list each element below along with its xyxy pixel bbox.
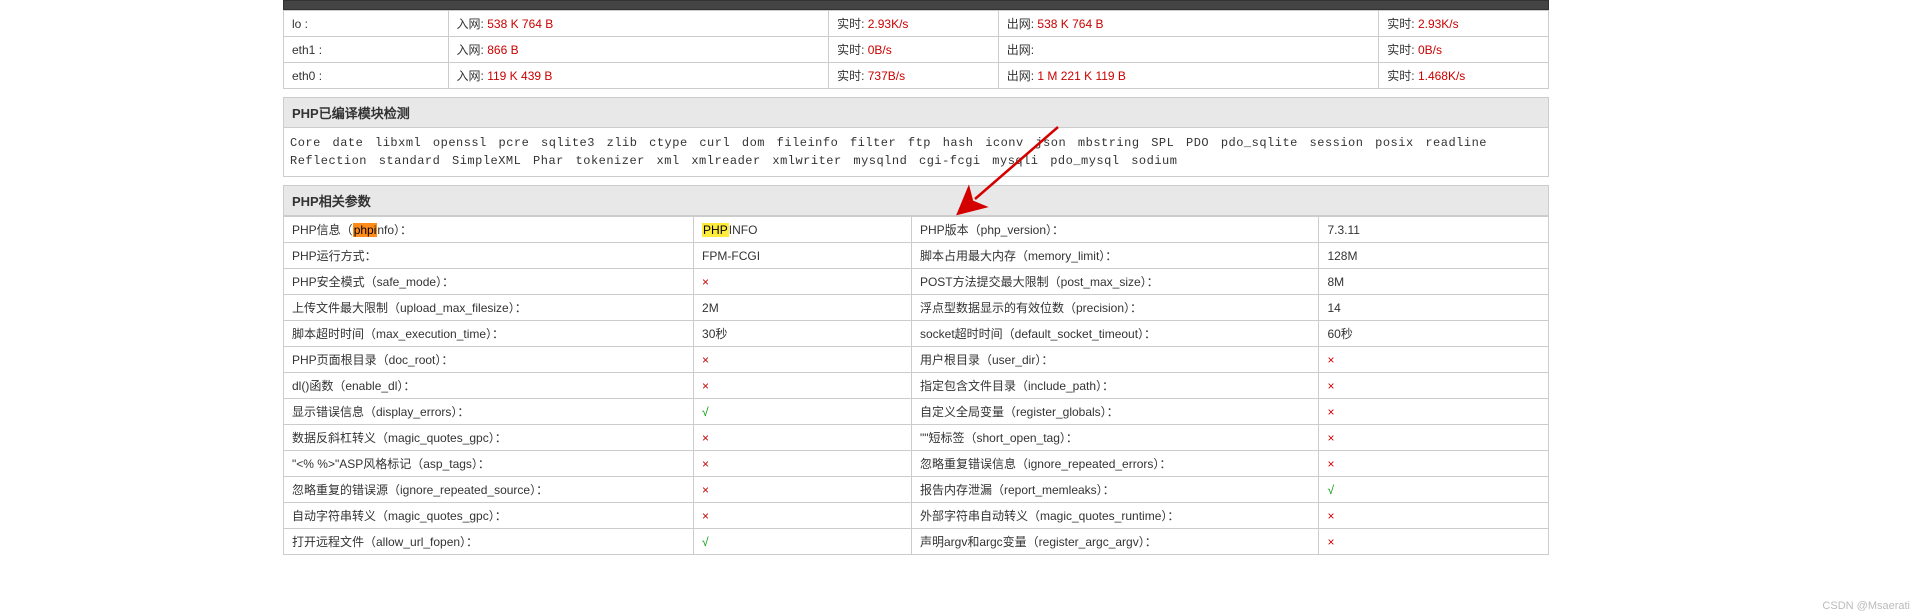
modules-section-header: PHP已编译模块检测: [283, 97, 1549, 128]
network-in: 入网: 538 K 764 B: [448, 11, 829, 37]
network-iface: lo :: [284, 11, 449, 37]
network-in: 入网: 866 B: [448, 37, 829, 63]
php-value: ×: [694, 347, 912, 373]
php-label: 忽略重复的错误源（ignore_repeated_source）：: [284, 477, 694, 503]
php-label: 外部字符串自动转义（magic_quotes_runtime）：: [911, 503, 1318, 529]
php-modules-list: Core date libxml openssl pcre sqlite3 zl…: [283, 128, 1549, 177]
table-row: eth0 :入网: 119 K 439 B实时: 737B/s出网: 1 M 2…: [284, 63, 1549, 89]
php-label: ""短标签（short_open_tag）：: [911, 425, 1318, 451]
table-row: dl()函数（enable_dl）：×指定包含文件目录（include_path…: [284, 373, 1549, 399]
php-value: ×: [1319, 529, 1549, 555]
php-value: ×: [694, 373, 912, 399]
php-label: 脚本超时时间（max_execution_time）：: [284, 321, 694, 347]
php-value: 2M: [694, 295, 912, 321]
table-row: eth1 :入网: 866 B实时: 0B/s出网: 实时: 0B/s: [284, 37, 1549, 63]
php-value: √: [694, 529, 912, 555]
network-in: 入网: 119 K 439 B: [448, 63, 829, 89]
php-params-table: PHP信息（phpinfo）：PHPINFOPHP版本（php_version）…: [283, 216, 1549, 555]
php-value: FPM-FCGI: [694, 243, 912, 269]
table-row: 上传文件最大限制（upload_max_filesize）：2M浮点型数据显示的…: [284, 295, 1549, 321]
table-row: 数据反斜杠转义（magic_quotes_gpc）：×""短标签（short_o…: [284, 425, 1549, 451]
php-value: ×: [694, 425, 912, 451]
table-row: 打开远程文件（allow_url_fopen）：√声明argv和argc变量（r…: [284, 529, 1549, 555]
network-out: 出网: 538 K 764 B: [998, 11, 1379, 37]
php-value: ×: [694, 477, 912, 503]
table-row: 脚本超时时间（max_execution_time）：30秒socket超时时间…: [284, 321, 1549, 347]
php-label: 声明argv和argc变量（register_argc_argv）：: [911, 529, 1318, 555]
network-rt1: 实时: 2.93K/s: [829, 11, 999, 37]
php-value: √: [1319, 477, 1549, 503]
php-value: ×: [1319, 347, 1549, 373]
php-label: socket超时时间（default_socket_timeout）：: [911, 321, 1318, 347]
table-row: PHP页面根目录（doc_root）：×用户根目录（user_dir）：×: [284, 347, 1549, 373]
php-value: 7.3.11: [1319, 217, 1549, 243]
php-label: "<% %>"ASP风格标记（asp_tags）：: [284, 451, 694, 477]
network-out: 出网:: [998, 37, 1379, 63]
php-value: 30秒: [694, 321, 912, 347]
php-value: ×: [1319, 451, 1549, 477]
php-label: 上传文件最大限制（upload_max_filesize）：: [284, 295, 694, 321]
php-value: ×: [1319, 373, 1549, 399]
php-label: 脚本占用最大内存（memory_limit）：: [911, 243, 1318, 269]
phpinfo-link[interactable]: PHPINFO: [694, 217, 912, 243]
network-rt2: 实时: 2.93K/s: [1379, 11, 1549, 37]
php-value: ×: [1319, 399, 1549, 425]
php-label: PHP页面根目录（doc_root）：: [284, 347, 694, 373]
php-value: √: [694, 399, 912, 425]
table-row: 显示错误信息（display_errors）：√自定义全局变量（register…: [284, 399, 1549, 425]
php-label: PHP安全模式（safe_mode）：: [284, 269, 694, 295]
network-table: lo :入网: 538 K 764 B实时: 2.93K/s出网: 538 K …: [283, 10, 1549, 89]
php-label: 用户根目录（user_dir）：: [911, 347, 1318, 373]
php-label: dl()函数（enable_dl）：: [284, 373, 694, 399]
watermark-text: CSDN @Msaerati: [1822, 600, 1910, 612]
php-label: 忽略重复错误信息（ignore_repeated_errors）：: [911, 451, 1318, 477]
php-label: 打开远程文件（allow_url_fopen）：: [284, 529, 694, 555]
network-rt2: 实时: 1.468K/s: [1379, 63, 1549, 89]
table-row: PHP安全模式（safe_mode）：×POST方法提交最大限制（post_ma…: [284, 269, 1549, 295]
php-label: PHP运行方式：: [284, 243, 694, 269]
php-label: PHP信息（phpinfo）：: [284, 217, 694, 243]
php-value: 8M: [1319, 269, 1549, 295]
php-value: ×: [694, 269, 912, 295]
table-row: lo :入网: 538 K 764 B实时: 2.93K/s出网: 538 K …: [284, 11, 1549, 37]
php-value: 14: [1319, 295, 1549, 321]
php-value: ×: [694, 503, 912, 529]
network-rt1: 实时: 737B/s: [829, 63, 999, 89]
table-row: "<% %>"ASP风格标记（asp_tags）：×忽略重复错误信息（ignor…: [284, 451, 1549, 477]
php-label: 指定包含文件目录（include_path）：: [911, 373, 1318, 399]
php-label: PHP版本（php_version）：: [911, 217, 1318, 243]
php-label: 自动字符串转义（magic_quotes_gpc）：: [284, 503, 694, 529]
php-value: 60秒: [1319, 321, 1549, 347]
network-iface: eth0 :: [284, 63, 449, 89]
php-label: 显示错误信息（display_errors）：: [284, 399, 694, 425]
network-section-header: [283, 0, 1549, 10]
php-value: ×: [694, 451, 912, 477]
php-label: 数据反斜杠转义（magic_quotes_gpc）：: [284, 425, 694, 451]
php-value: 128M: [1319, 243, 1549, 269]
php-label: 自定义全局变量（register_globals）：: [911, 399, 1318, 425]
php-params-section-header: PHP相关参数: [283, 185, 1549, 216]
network-out: 出网: 1 M 221 K 119 B: [998, 63, 1379, 89]
table-row: PHP运行方式：FPM-FCGI脚本占用最大内存（memory_limit）：1…: [284, 243, 1549, 269]
network-iface: eth1 :: [284, 37, 449, 63]
php-value: ×: [1319, 503, 1549, 529]
php-label: 浮点型数据显示的有效位数（precision）：: [911, 295, 1318, 321]
table-row: 自动字符串转义（magic_quotes_gpc）：×外部字符串自动转义（mag…: [284, 503, 1549, 529]
table-row: 忽略重复的错误源（ignore_repeated_source）：×报告内存泄漏…: [284, 477, 1549, 503]
table-row: PHP信息（phpinfo）：PHPINFOPHP版本（php_version）…: [284, 217, 1549, 243]
network-rt2: 实时: 0B/s: [1379, 37, 1549, 63]
network-rt1: 实时: 0B/s: [829, 37, 999, 63]
php-label: 报告内存泄漏（report_memleaks）：: [911, 477, 1318, 503]
php-label: POST方法提交最大限制（post_max_size）：: [911, 269, 1318, 295]
php-value: ×: [1319, 425, 1549, 451]
